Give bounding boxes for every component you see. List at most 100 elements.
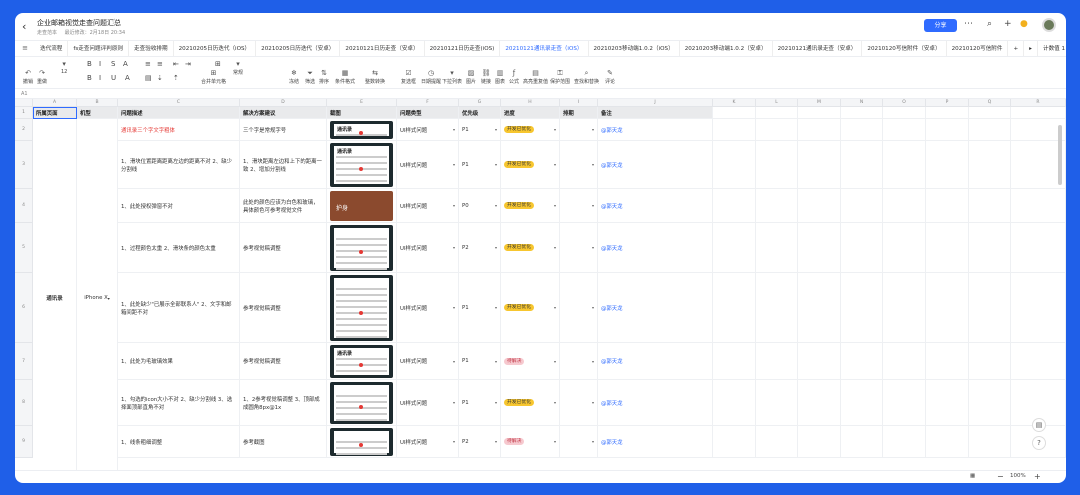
screenshot-thumbnail[interactable] (330, 275, 393, 341)
empty-cell[interactable] (713, 141, 756, 189)
empty-cell[interactable] (713, 119, 756, 141)
column-header[interactable]: D (240, 99, 327, 107)
issue-type-cell[interactable]: UI样式问题 ▾ (397, 273, 459, 343)
query-button[interactable]: ⌕ 查找和替换 (574, 69, 599, 85)
empty-cell[interactable] (713, 343, 756, 380)
empty-cell[interactable] (969, 343, 1011, 380)
sheet-tab[interactable]: 走查验收排期 (129, 41, 174, 56)
empty-cell[interactable] (798, 343, 841, 380)
column-header[interactable]: F (397, 99, 459, 107)
empty-cell[interactable] (883, 189, 926, 223)
format-glyph-icon[interactable]: A (123, 60, 128, 68)
empty-cell[interactable] (926, 107, 969, 119)
format-glyph-icon[interactable]: ⇡ (173, 74, 179, 82)
empty-cell[interactable] (756, 141, 798, 189)
header-cell[interactable]: 备注 (598, 107, 713, 119)
column-header[interactable]: H (501, 99, 560, 107)
merge-button[interactable]: ⊞ 合并单元格 (201, 69, 226, 85)
empty-cell[interactable] (841, 343, 883, 380)
empty-cell[interactable] (756, 426, 798, 458)
empty-cell[interactable] (841, 119, 883, 141)
empty-cell[interactable] (926, 273, 969, 343)
vertical-scrollbar[interactable] (1058, 125, 1062, 185)
image-button[interactable]: ▨ 图片 (466, 69, 476, 85)
sheet-tab[interactable]: 20210203移动端1.0.2（安卓） (680, 41, 773, 56)
search-icon[interactable]: ⌕ (987, 19, 992, 29)
dropdown-icon[interactable]: ▾ (592, 359, 594, 364)
header-cell[interactable]: 机型 (77, 107, 118, 119)
issue-type-cell[interactable]: UI样式问题 ▾ (397, 426, 459, 458)
column-header[interactable]: R (1011, 99, 1066, 107)
document-icon[interactable]: ▤ (1032, 418, 1046, 432)
empty-cell[interactable] (756, 273, 798, 343)
empty-cell[interactable] (841, 107, 883, 119)
empty-cell[interactable] (883, 343, 926, 380)
sheet-tab[interactable]: fs走查问题评判原则 (68, 41, 130, 56)
format-button[interactable]: ▾ 常规 (233, 60, 243, 76)
data-convert-button[interactable]: ⇆ 整数转换 (365, 69, 385, 85)
dropdown-icon[interactable]: ▾ (495, 359, 497, 364)
empty-cell[interactable] (756, 380, 798, 426)
schedule-cell[interactable]: ▾ (560, 343, 598, 380)
tab-add-button[interactable]: + (1008, 41, 1025, 56)
row-header[interactable]: 7 (15, 343, 33, 380)
dropdown-icon[interactable]: ▾ (592, 400, 594, 405)
sheet-tab[interactable]: 20210121通讯录走查（iOS） (500, 41, 589, 56)
empty-cell[interactable] (713, 426, 756, 458)
note-cell[interactable]: @郭天龙 (598, 119, 713, 141)
format-glyph-icon[interactable]: S (111, 60, 115, 68)
empty-cell[interactable] (969, 273, 1011, 343)
dropdown-icon[interactable]: ▾ (453, 203, 455, 208)
row-header[interactable]: 5 (15, 223, 33, 273)
dropdown-icon[interactable]: ▾ (495, 203, 497, 208)
row-header[interactable]: 4 (15, 189, 33, 223)
column-header[interactable]: Q (969, 99, 1011, 107)
dropdown-icon[interactable]: ▾ (554, 245, 556, 250)
note-cell[interactable]: @郭天龙 (598, 141, 713, 189)
empty-cell[interactable] (883, 119, 926, 141)
empty-cell[interactable] (798, 426, 841, 458)
empty-cell[interactable] (841, 141, 883, 189)
sort-button[interactable]: ⇅ 排序 (319, 69, 329, 85)
format-glyph-icon[interactable]: ⇣ (157, 74, 163, 82)
empty-cell[interactable] (798, 107, 841, 119)
find-button[interactable]: ▤ 高亮重复值 (523, 69, 548, 85)
empty-cell[interactable] (926, 189, 969, 223)
priority-cell[interactable]: P1 ▾ (459, 273, 501, 343)
formula-button[interactable]: ƒ 公式 (509, 69, 519, 85)
status-cell[interactable]: 开发已优化 ▾ (501, 189, 560, 223)
empty-cell[interactable] (1011, 273, 1066, 343)
empty-cell[interactable] (756, 189, 798, 223)
column-header[interactable]: C (118, 99, 240, 107)
empty-cell[interactable] (883, 273, 926, 343)
dropdown-icon[interactable]: ▾ (453, 305, 455, 310)
screenshot-thumbnail[interactable]: 通讯录 (330, 143, 393, 187)
schedule-cell[interactable]: ▾ (560, 223, 598, 273)
document-title[interactable]: 企业邮箱视觉走查问题汇总 (37, 18, 121, 28)
sheet-tab[interactable]: 20210205日历迭代（iOS） (174, 41, 257, 56)
schedule-cell[interactable]: ▾ (560, 189, 598, 223)
dropdown-icon[interactable]: ▾ (554, 162, 556, 167)
dropdown-icon[interactable]: ▾ (592, 203, 594, 208)
formula-bar[interactable]: A1 (15, 89, 1066, 99)
solution-cell[interactable]: 参考视觉稿调整 (240, 273, 327, 343)
issue-type-cell[interactable]: UI样式问题 ▾ (397, 223, 459, 273)
header-cell[interactable]: 排期 (560, 107, 598, 119)
layers-icon[interactable]: ≡ (15, 44, 35, 52)
dropdown-icon[interactable]: ▾ (453, 245, 455, 250)
note-cell[interactable]: @郭天龙 (598, 426, 713, 458)
filter-button[interactable]: ⏷ 筛选 (305, 69, 315, 85)
empty-cell[interactable] (1011, 107, 1066, 119)
status-cell[interactable]: 开发已优化 ▾ (501, 119, 560, 141)
row-header[interactable]: 2 (15, 119, 33, 141)
star-icon[interactable]: ☆ (111, 17, 118, 26)
cond-format-button[interactable]: ▦ 条件格式 (335, 69, 355, 85)
dropdown-icon[interactable]: ▾ (108, 296, 110, 301)
dropdown-icon[interactable]: ▾ (495, 162, 497, 167)
description-cell[interactable]: 1、滑块位置距离距离左边的距离不对 2、缺少分割线 (118, 141, 240, 189)
empty-cell[interactable] (713, 189, 756, 223)
empty-cell[interactable] (713, 107, 756, 119)
priority-cell[interactable]: P0 ▾ (459, 189, 501, 223)
sheet-tab[interactable]: 20210121日历走查(iOS) (425, 41, 501, 56)
dropdown-icon[interactable]: ▾ (453, 127, 455, 132)
